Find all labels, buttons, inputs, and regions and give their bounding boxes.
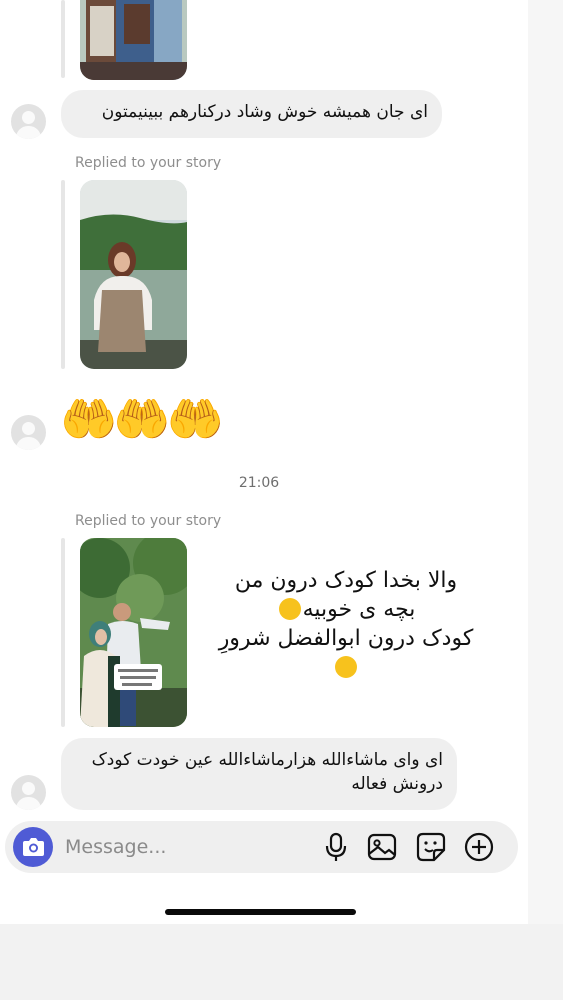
story-overlay-line: بچه ی خوبیه xyxy=(302,597,416,622)
message-text: ای وای ماشاءالله هزارماشاءالله عین خودت … xyxy=(91,750,443,794)
emoji-message[interactable]: 🤲🤲🤲 xyxy=(60,392,224,446)
chat-screen: ای جان همیشه خوش وشاد درکنارهم ببینیمتون… xyxy=(0,0,528,924)
reply-indicator-bar xyxy=(61,0,65,78)
face-with-tears-of-joy-icon xyxy=(335,656,357,678)
message-input[interactable] xyxy=(65,833,315,861)
message-text: ای جان همیشه خوش وشاد درکنارهم ببینیمتون xyxy=(101,102,428,122)
story-thumbnail[interactable] xyxy=(80,180,187,369)
story-overlay-line: والا بخدا کودک درون من xyxy=(234,568,458,593)
microphone-icon[interactable] xyxy=(320,831,352,863)
reply-indicator-bar xyxy=(61,180,65,369)
sender-avatar[interactable] xyxy=(11,415,46,450)
story-photo xyxy=(80,180,187,369)
story-overlay-text: والا بخدا کودک درون من بچه ی خوبیه کودک … xyxy=(206,566,486,682)
gallery-icon[interactable] xyxy=(366,831,398,863)
sender-avatar[interactable] xyxy=(11,775,46,810)
sender-avatar[interactable] xyxy=(11,104,46,139)
camera-icon xyxy=(23,838,44,856)
message-composer xyxy=(5,821,518,873)
message-timestamp: 21:06 xyxy=(238,475,280,491)
story-thumbnail-top[interactable] xyxy=(80,0,187,80)
message-bubble[interactable]: ای جان همیشه خوش وشاد درکنارهم ببینیمتون xyxy=(61,90,442,138)
home-indicator[interactable] xyxy=(165,909,356,915)
story-photo-top xyxy=(80,0,187,80)
rolling-on-floor-laughing-icon xyxy=(278,598,301,620)
message-bubble[interactable]: ای وای ماشاءالله هزارماشاءالله عین خودت … xyxy=(61,738,457,810)
screenshot-margin-right xyxy=(528,0,563,924)
sticker-icon[interactable] xyxy=(415,831,447,863)
story-overlay-line: کودک درون ابوالفضل شرورِ xyxy=(218,626,474,651)
replied-to-story-label: Replied to your story xyxy=(75,155,222,171)
story-photo xyxy=(80,538,187,727)
replied-to-story-label: Replied to your story xyxy=(75,513,222,529)
story-thumbnail[interactable] xyxy=(80,538,187,727)
reply-indicator-bar xyxy=(61,538,65,727)
screenshot-margin-bottom xyxy=(0,924,563,1000)
palms-up-together-emoji: 🤲🤲🤲 xyxy=(60,392,224,446)
camera-button[interactable] xyxy=(13,827,53,867)
add-icon[interactable] xyxy=(463,831,495,863)
